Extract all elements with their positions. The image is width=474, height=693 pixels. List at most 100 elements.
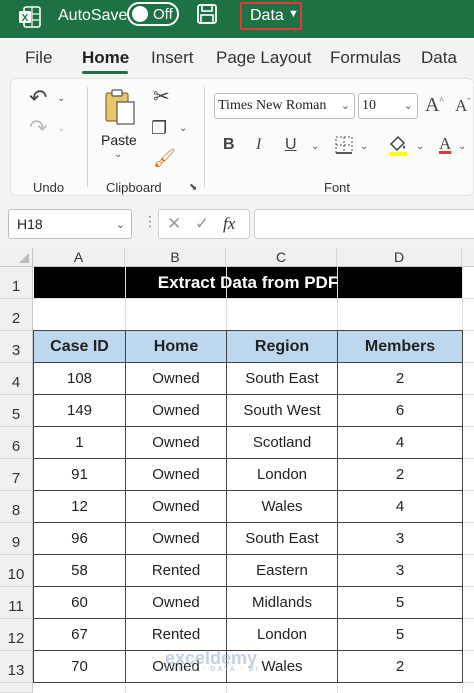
table-cell[interactable]: 2 <box>337 650 463 683</box>
fill-color-icon[interactable] <box>387 133 409 157</box>
copy-caret-icon[interactable]: ⌄ <box>179 123 187 134</box>
borders-icon[interactable] <box>334 135 354 155</box>
table-cell[interactable]: 3 <box>337 522 463 555</box>
paste-caret-icon[interactable]: ⌄ <box>114 149 122 160</box>
table-cell[interactable]: South East <box>226 362 338 395</box>
table-cell[interactable]: Scotland <box>226 426 338 459</box>
row-header[interactable]: 1 <box>0 267 33 299</box>
dialog-launcher-icon[interactable]: ⬊ <box>189 182 197 193</box>
font-name-box[interactable]: Times New Roman ⌄ <box>214 93 355 119</box>
formula-input[interactable] <box>254 209 474 239</box>
table-cell[interactable]: Owned <box>125 586 227 619</box>
insert-function-icon[interactable]: fx <box>223 214 235 234</box>
fill-caret-icon[interactable]: ⌄ <box>416 141 424 152</box>
table-cell[interactable]: Rented <box>125 618 227 651</box>
table-cell[interactable]: Owned <box>125 522 227 555</box>
table-cell[interactable]: 2 <box>337 362 463 395</box>
row-header[interactable]: 11 <box>0 587 33 619</box>
table-cell[interactable]: London <box>226 458 338 491</box>
cancel-icon[interactable]: ✕ <box>167 214 181 234</box>
header-members[interactable]: Members <box>337 330 463 363</box>
bold-button[interactable]: B <box>223 137 235 153</box>
copy-icon[interactable]: ❐ <box>151 119 167 137</box>
table-cell[interactable]: 4 <box>337 490 463 523</box>
table-cell[interactable]: 70 <box>33 650 126 683</box>
row-header[interactable]: 12 <box>0 619 33 651</box>
undo-icon[interactable]: ↶ <box>29 87 47 109</box>
row-header[interactable]: 13 <box>0 651 33 683</box>
name-box[interactable]: H18 ⌄ <box>8 209 132 239</box>
italic-button[interactable]: I <box>256 137 261 153</box>
redo-icon[interactable]: ↷ <box>29 117 47 139</box>
table-cell[interactable]: 60 <box>33 586 126 619</box>
table-cell[interactable]: 108 <box>33 362 126 395</box>
format-painter-icon[interactable]: 🖌 <box>153 149 176 167</box>
table-cell[interactable]: 149 <box>33 394 126 427</box>
paste-label[interactable]: Paste <box>101 132 137 148</box>
table-cell[interactable]: 67 <box>33 618 126 651</box>
sheet-title-cell[interactable]: Extract Data from PDF <box>34 267 462 299</box>
increase-font-icon[interactable]: A^ <box>425 95 444 115</box>
table-cell[interactable]: 91 <box>33 458 126 491</box>
table-cell[interactable]: 5 <box>337 586 463 619</box>
table-cell[interactable]: London <box>226 618 338 651</box>
underline-button[interactable]: U <box>285 137 297 153</box>
table-cell[interactable]: Owned <box>125 490 227 523</box>
tab-home[interactable]: Home <box>82 48 129 68</box>
column-header-b[interactable]: B <box>125 248 226 267</box>
tab-formulas[interactable]: Formulas <box>330 48 401 68</box>
table-cell[interactable]: South East <box>226 522 338 555</box>
autosave-toggle[interactable]: Off <box>127 2 179 26</box>
column-header-e[interactable] <box>462 248 474 267</box>
tab-file[interactable]: File <box>25 48 52 68</box>
table-cell[interactable]: 1 <box>33 426 126 459</box>
table-cell[interactable]: Owned <box>125 362 227 395</box>
header-case-id[interactable]: Case ID <box>33 330 126 363</box>
table-cell[interactable]: Owned <box>125 426 227 459</box>
font-size-box[interactable]: 10 ⌄ <box>358 93 418 119</box>
font-color-icon[interactable]: A <box>439 135 451 152</box>
decrease-font-icon[interactable]: Aˇ <box>455 97 470 114</box>
save-icon[interactable] <box>196 3 218 25</box>
row-header[interactable]: 7 <box>0 459 33 491</box>
row-header[interactable]: 9 <box>0 523 33 555</box>
table-cell[interactable]: 58 <box>33 554 126 587</box>
tab-page-layout[interactable]: Page Layout <box>216 48 311 68</box>
header-region[interactable]: Region <box>226 330 338 363</box>
column-header-d[interactable]: D <box>337 248 462 267</box>
table-cell[interactable]: Eastern <box>226 554 338 587</box>
table-cell[interactable]: 6 <box>337 394 463 427</box>
table-cell[interactable]: Owned <box>125 458 227 491</box>
tab-insert[interactable]: Insert <box>151 48 194 68</box>
table-cell[interactable]: 2 <box>337 458 463 491</box>
tab-data[interactable]: Data <box>421 48 457 68</box>
paste-icon[interactable] <box>103 87 137 127</box>
table-cell[interactable]: Owned <box>125 394 227 427</box>
row-header[interactable]: 4 <box>0 363 33 395</box>
table-cell[interactable]: 4 <box>337 426 463 459</box>
enter-icon[interactable]: ✓ <box>195 214 209 234</box>
table-cell[interactable]: 5 <box>337 618 463 651</box>
row-header[interactable]: 6 <box>0 427 33 459</box>
column-header-a[interactable]: A <box>33 248 125 267</box>
column-header-c[interactable]: C <box>226 248 337 267</box>
underline-caret-icon[interactable]: ⌄ <box>311 141 319 152</box>
table-cell[interactable]: South West <box>226 394 338 427</box>
row-header[interactable]: 8 <box>0 491 33 523</box>
row-header[interactable]: 10 <box>0 555 33 587</box>
data-dropdown[interactable]: Data ▼ <box>240 2 302 30</box>
table-cell[interactable]: Wales <box>226 490 338 523</box>
table-cell[interactable]: Rented <box>125 554 227 587</box>
header-home[interactable]: Home <box>125 330 227 363</box>
drag-handle-icon[interactable]: ⋮ <box>143 213 157 230</box>
font-color-caret-icon[interactable]: ⌄ <box>458 141 466 152</box>
select-all-corner[interactable] <box>0 248 33 267</box>
table-cell[interactable]: 96 <box>33 522 126 555</box>
table-cell[interactable]: Midlands <box>226 586 338 619</box>
table-cell[interactable]: 12 <box>33 490 126 523</box>
undo-caret-icon[interactable]: ⌄ <box>57 93 65 104</box>
cut-icon[interactable]: ✂ <box>153 87 170 107</box>
row-header[interactable] <box>0 683 33 693</box>
row-header[interactable]: 3 <box>0 331 33 363</box>
redo-caret-icon[interactable]: ⌄ <box>57 123 65 134</box>
